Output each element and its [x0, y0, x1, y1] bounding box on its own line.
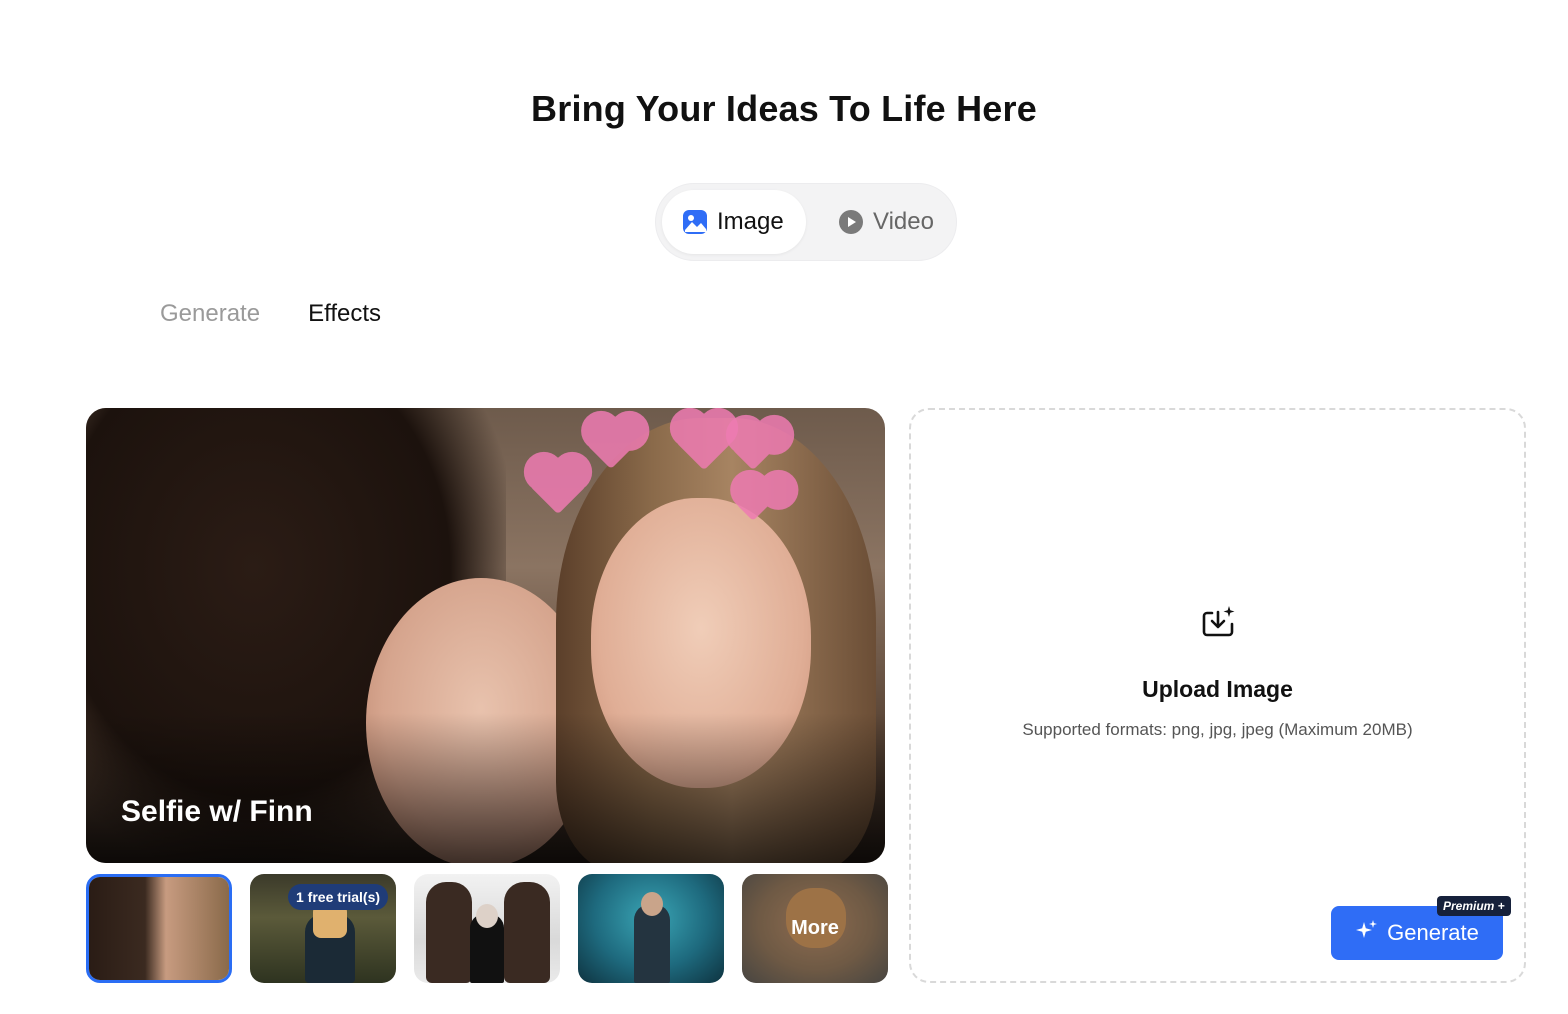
mode-image-button[interactable]: Image: [662, 190, 806, 254]
tab-effects[interactable]: Effects: [308, 300, 381, 328]
thumbnail-stranger-effect[interactable]: [578, 874, 724, 983]
thumbnail-pixel-art-effect[interactable]: 1 free trial(s): [250, 874, 396, 983]
preview-label: Selfie w/ Finn: [121, 795, 313, 828]
thumbnail-creature: [426, 882, 472, 983]
thumbnail-image: [89, 877, 229, 980]
generate-label: Generate: [1387, 920, 1479, 945]
image-icon: [682, 209, 708, 235]
thumbnail-more[interactable]: More: [742, 874, 888, 983]
effect-preview-image: Selfie w/ Finn: [86, 408, 885, 863]
thumbnail-selfie-with-finn[interactable]: [86, 874, 232, 983]
mode-switch: Image Video: [655, 183, 957, 261]
page-title: Bring Your Ideas To Life Here: [531, 88, 1037, 129]
upload-hint: Supported formats: png, jpg, jpeg (Maxim…: [1022, 720, 1413, 739]
sparkle-icon: [1355, 918, 1379, 948]
preview-overlay: [86, 713, 885, 863]
mode-image-label: Image: [717, 208, 784, 235]
upload-image-icon: [1201, 604, 1237, 645]
tab-generate[interactable]: Generate: [160, 300, 260, 328]
mode-video-button[interactable]: Video: [806, 190, 934, 254]
sub-tabs: Generate Effects: [160, 300, 381, 328]
effect-thumbnails: 1 free trial(s) More: [86, 874, 888, 983]
thumbnail-creatures-effect[interactable]: [414, 874, 560, 983]
thumbnail-figure-head: [641, 892, 663, 916]
mode-video-label: Video: [873, 208, 934, 235]
upload-title: Upload Image: [1142, 676, 1293, 702]
thumbnail-figure-head: [476, 904, 498, 928]
page: Bring Your Ideas To Life Here Image Vide…: [0, 0, 1568, 1014]
free-trial-badge: 1 free trial(s): [288, 884, 389, 910]
thumbnail-creature: [504, 882, 550, 983]
premium-badge: Premium +: [1437, 896, 1511, 916]
upload-dropzone[interactable]: Upload Image Supported formats: png, jpg…: [909, 408, 1526, 983]
more-label: More: [791, 917, 839, 939]
play-circle-icon: [838, 209, 864, 235]
heart-decoration: [529, 457, 587, 515]
